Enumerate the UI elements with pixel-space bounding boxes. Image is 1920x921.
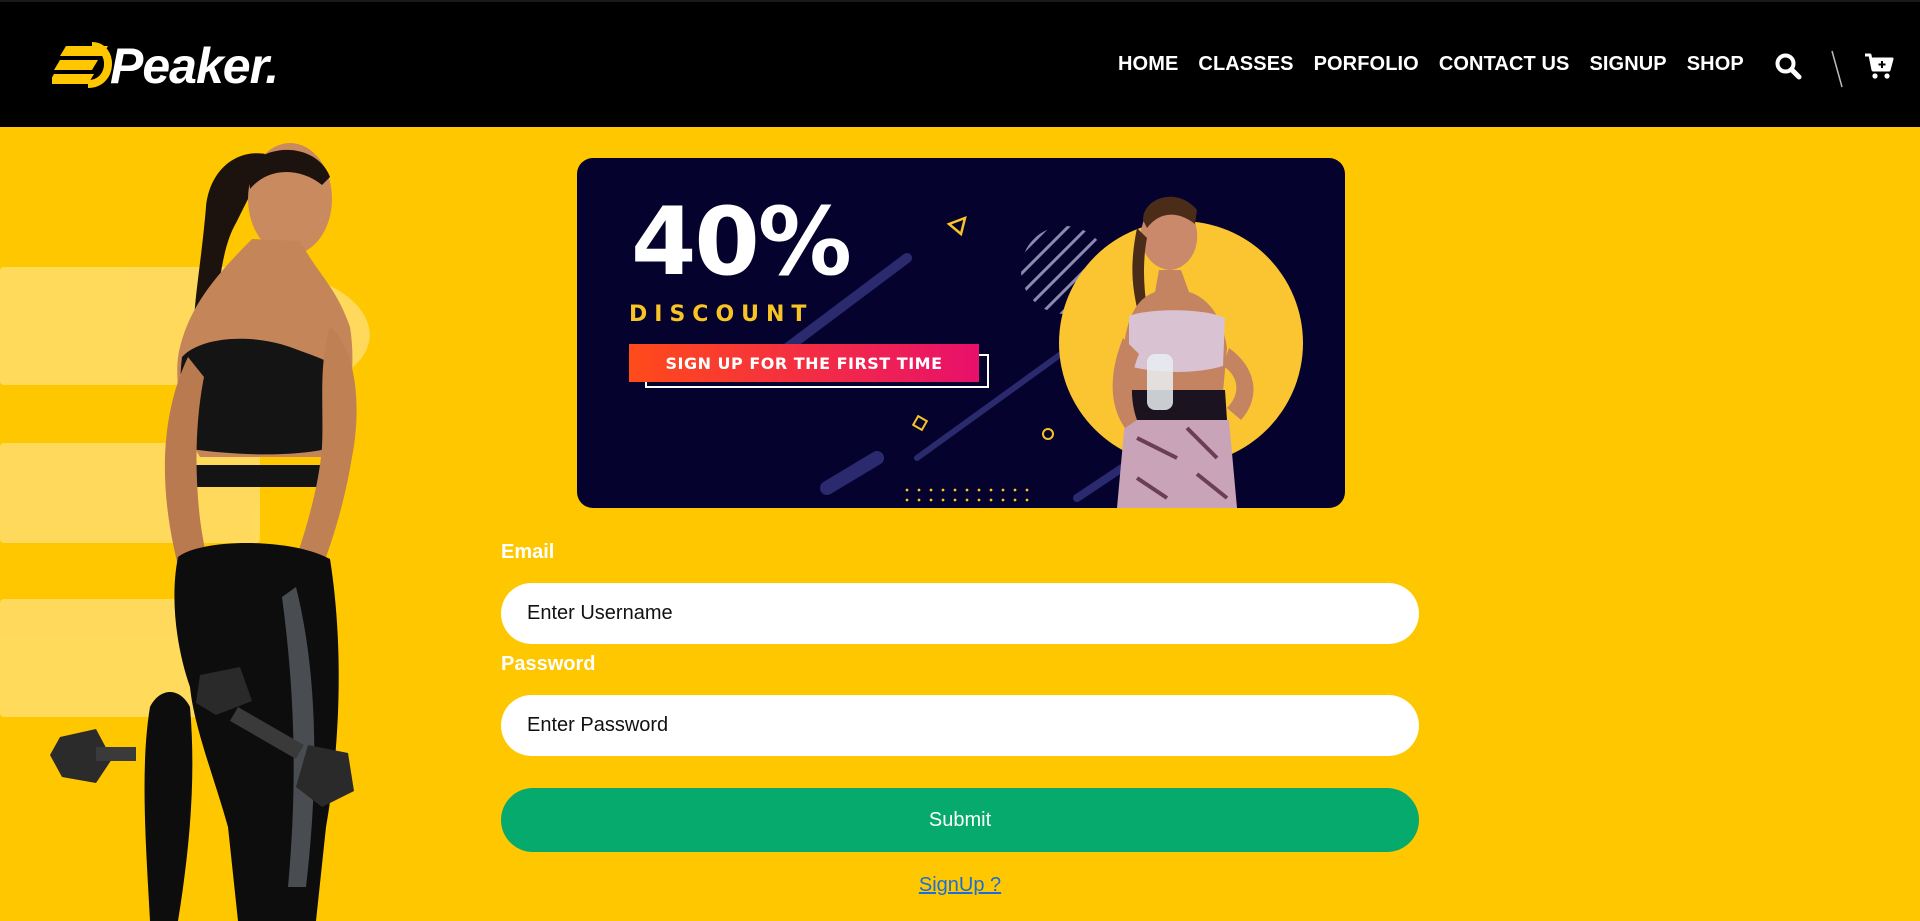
hero-athlete-image (0, 127, 400, 921)
logo-text: Peaker. (110, 38, 279, 94)
email-input[interactable] (501, 583, 1419, 644)
password-label: Password (501, 653, 596, 675)
logo[interactable]: Peaker. (52, 38, 279, 94)
submit-button[interactable]: Submit (501, 788, 1419, 852)
signup-link[interactable]: SignUp ? (501, 873, 1419, 897)
nav-home[interactable]: HOME (1118, 52, 1178, 76)
logo-mark-icon (52, 42, 112, 88)
nav-shop[interactable]: SHOP (1687, 52, 1744, 76)
nav-signup[interactable]: SIGNUP (1589, 52, 1666, 76)
promo-banner[interactable]: 40% DISCOUNT SIGN UP FOR THE FIRST TIME (577, 158, 1345, 508)
discount-percent: 40% (631, 188, 852, 297)
discount-label: DISCOUNT (629, 302, 814, 327)
password-input[interactable] (501, 695, 1419, 756)
nav-classes[interactable]: CLASSES (1198, 52, 1293, 76)
signup-cta-label: SIGN UP FOR THE FIRST TIME (665, 353, 943, 373)
nav-contact-us[interactable]: CONTACT US (1439, 52, 1570, 76)
nav-divider (1831, 50, 1843, 88)
nav-porfolio[interactable]: PORFOLIO (1314, 52, 1419, 76)
search-icon[interactable] (1774, 52, 1802, 80)
navbar: Peaker. HOME CLASSES PORFOLIO CONTACT US… (0, 0, 1920, 127)
cart-icon[interactable] (1864, 52, 1894, 80)
email-label: Email (501, 541, 555, 563)
signup-cta-button[interactable]: SIGN UP FOR THE FIRST TIME (629, 344, 979, 382)
main-nav: HOME CLASSES PORFOLIO CONTACT US SIGNUP … (1118, 52, 1744, 76)
